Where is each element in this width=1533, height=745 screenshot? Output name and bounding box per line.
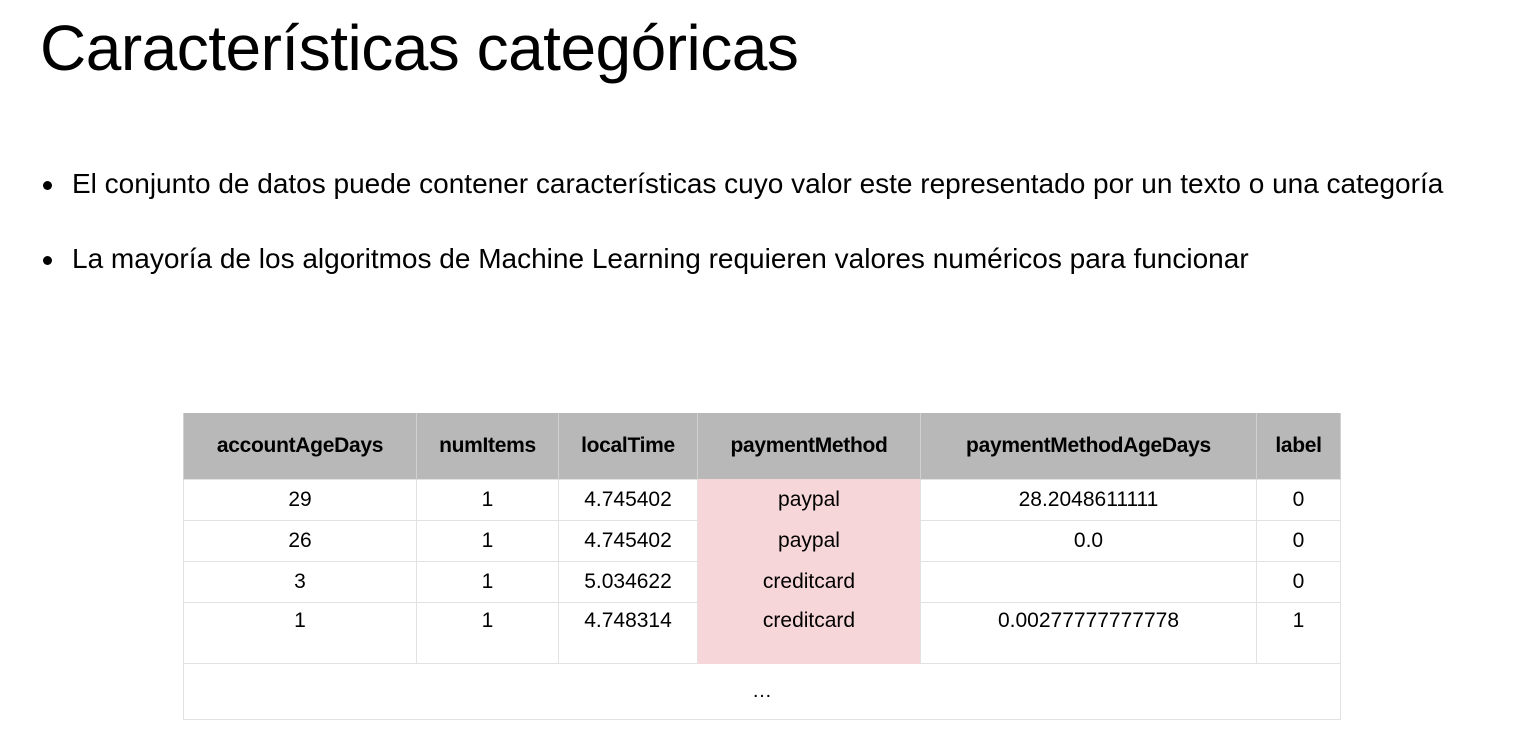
- table-cell: 4.748314: [558, 602, 698, 664]
- table-cell-highlighted: creditcard: [697, 602, 921, 664]
- table-cell: 1: [183, 602, 417, 664]
- table-cell: 0: [1256, 479, 1341, 521]
- table-cell: 1: [416, 479, 559, 521]
- table-cell: 0.0: [920, 520, 1257, 562]
- data-table: accountAgeDays numItems localTime paymen…: [183, 413, 1341, 720]
- table-cell: 4.745402: [558, 479, 698, 521]
- column-header-paymentMethodAgeDays: paymentMethodAgeDays: [920, 413, 1257, 480]
- table-cell: 5.034622: [558, 561, 698, 603]
- table-cell: 0.00277777777778: [920, 602, 1257, 664]
- bullet-text: El conjunto de datos puede contener cara…: [72, 168, 1444, 199]
- bullet-dot-icon: [43, 181, 52, 190]
- bullet-dot-icon: [43, 256, 52, 265]
- table-header-row: accountAgeDays numItems localTime paymen…: [183, 413, 1341, 480]
- table-cell: 4.745402: [558, 520, 698, 562]
- table-ellipsis-row: …: [183, 663, 1341, 720]
- column-header-label: label: [1256, 413, 1341, 480]
- bullet-list: El conjunto de datos puede contener cara…: [40, 164, 1500, 279]
- table-row: 1 1 4.748314 creditcard 0.00277777777778…: [183, 602, 1341, 664]
- table-cell: 1: [416, 520, 559, 562]
- table-cell-highlighted: creditcard: [697, 561, 921, 603]
- slide-title: Características categóricas: [40, 12, 799, 84]
- table-cell: 1: [416, 561, 559, 603]
- table-row: 3 1 5.034622 creditcard 0: [183, 561, 1341, 603]
- bullet-text: La mayoría de los algoritmos de Machine …: [72, 243, 1249, 274]
- table-cell: [920, 561, 1257, 603]
- table-cell: 26: [183, 520, 417, 562]
- bullet-item: El conjunto de datos puede contener cara…: [40, 164, 1500, 204]
- table-cell: 1: [1256, 602, 1341, 664]
- table-cell: 29: [183, 479, 417, 521]
- column-header-accountAgeDays: accountAgeDays: [183, 413, 417, 480]
- ellipsis-cell: …: [183, 663, 1341, 720]
- column-header-localTime: localTime: [558, 413, 698, 480]
- table-row: 26 1 4.745402 paypal 0.0 0: [183, 520, 1341, 562]
- bullet-item: La mayoría de los algoritmos de Machine …: [40, 239, 1500, 279]
- column-header-numItems: numItems: [416, 413, 559, 480]
- table-cell: 1: [416, 602, 559, 664]
- table-cell-highlighted: paypal: [697, 479, 921, 521]
- table-cell-highlighted: paypal: [697, 520, 921, 562]
- table-cell: 28.2048611111: [920, 479, 1257, 521]
- table-cell: 3: [183, 561, 417, 603]
- column-header-paymentMethod: paymentMethod: [697, 413, 921, 480]
- table-cell: 0: [1256, 520, 1341, 562]
- table-cell: 0: [1256, 561, 1341, 603]
- table-row: 29 1 4.745402 paypal 28.2048611111 0: [183, 479, 1341, 521]
